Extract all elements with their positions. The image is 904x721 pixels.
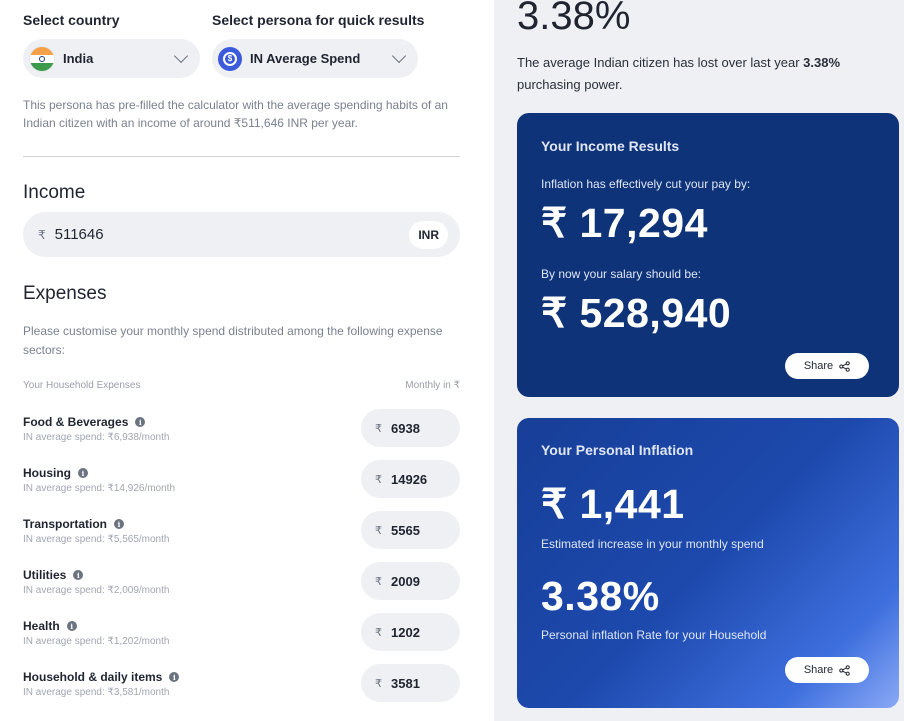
expense-amount-field[interactable]: ₹3581	[361, 664, 460, 702]
card-title: Your Personal Inflation	[541, 442, 694, 458]
expense-average: IN average spend: ₹2,009/month	[23, 585, 170, 596]
expense-average: IN average spend: ₹1,202/month	[23, 636, 170, 647]
expense-name: Housing	[23, 466, 71, 480]
divider	[23, 156, 460, 157]
expense-row: Household & daily items i IN average spen…	[23, 664, 460, 710]
info-icon[interactable]: i	[66, 621, 77, 631]
monthly-increase-value: ₹ 1,441	[541, 481, 685, 527]
income-value[interactable]: 511646	[55, 226, 410, 243]
india-flag-icon	[29, 45, 55, 72]
rupee-symbol: ₹	[375, 422, 382, 435]
expense-name: Food & Beverages	[23, 415, 129, 429]
expense-amount-field[interactable]: ₹2009	[361, 562, 460, 600]
expense-row: Health i IN average spend: ₹1,202/month ₹…	[23, 613, 460, 659]
purchasing-power-loss-percent: 3.38%	[517, 0, 631, 38]
expense-amount-field[interactable]: ₹1202	[361, 613, 460, 651]
expense-row: Housing i IN average spend: ₹14,926/month…	[23, 460, 460, 506]
expense-average: IN average spend: ₹3,581/month	[23, 687, 170, 698]
share-label: Share	[803, 664, 834, 676]
chevron-down-icon	[173, 48, 189, 64]
expense-amount[interactable]: 14926	[391, 472, 427, 487]
expense-row: Utilities i IN average spend: ₹2,009/mont…	[23, 562, 460, 608]
rupee-symbol: ₹	[375, 626, 382, 639]
info-icon[interactable]: i	[73, 570, 84, 580]
country-select[interactable]: India	[23, 39, 200, 78]
personal-inflation-card: Your Personal Inflation ₹ 1,441 Estimate…	[517, 418, 899, 708]
expenses-note: Please customise your monthly spend dist…	[23, 324, 443, 357]
persona-label: Select persona for quick results	[212, 12, 425, 28]
income-field[interactable]: ₹ 511646 INR	[23, 212, 460, 257]
persona-note: This persona has pre-filled the calculat…	[23, 98, 448, 130]
expense-name: Household & daily items	[23, 670, 163, 684]
chevron-down-icon	[391, 48, 407, 64]
salary-value: ₹ 528,940	[541, 290, 732, 336]
expenses-heading: Expenses	[23, 283, 107, 304]
persona-value: IN Average Spend	[250, 51, 361, 66]
card-title: Your Income Results	[541, 138, 680, 154]
rupee-symbol: ₹	[375, 524, 382, 537]
income-heading: Income	[23, 182, 86, 203]
expense-amount-field[interactable]: ₹14926	[361, 460, 460, 498]
purchasing-power-summary: The average Indian citizen has lost over…	[517, 55, 841, 92]
personal-inflation-rate-label: Personal inflation Rate for your Househo…	[541, 628, 767, 642]
expense-average: IN average spend: ₹5,565/month	[23, 534, 170, 545]
expense-name: Health	[23, 619, 60, 633]
expense-row: Transportation i IN average spend: ₹5,565…	[23, 511, 460, 557]
expense-amount[interactable]: 5565	[391, 523, 420, 538]
rupee-symbol: ₹	[375, 575, 382, 588]
pay-cut-value: ₹ 17,294	[541, 200, 708, 246]
country-value: India	[63, 51, 94, 66]
expense-name: Utilities	[23, 568, 67, 582]
currency-coin-icon: $	[218, 46, 242, 71]
expense-amount[interactable]: 3581	[391, 676, 420, 691]
personal-inflation-rate: 3.38%	[541, 573, 660, 619]
column-header-monthly: Monthly in ₹	[405, 380, 460, 391]
expense-amount-field[interactable]: ₹5565	[361, 511, 460, 549]
expense-amount[interactable]: 2009	[391, 574, 420, 589]
currency-badge: INR	[409, 220, 448, 249]
persona-select[interactable]: $ IN Average Spend	[212, 39, 418, 78]
expense-amount-field[interactable]: ₹6938	[361, 409, 460, 447]
income-results-card: Your Income Results Inflation has effect…	[517, 113, 899, 397]
share-label: Share	[803, 360, 834, 372]
share-button[interactable]: Share	[785, 657, 869, 683]
expense-amount[interactable]: 6938	[391, 421, 420, 436]
rupee-symbol: ₹	[375, 473, 382, 486]
share-icon	[839, 664, 850, 676]
expense-average: IN average spend: ₹14,926/month	[23, 483, 176, 494]
rupee-symbol: ₹	[375, 677, 382, 690]
results-panel: 3.38% The average Indian citizen has los…	[494, 0, 904, 721]
info-icon[interactable]: i	[135, 417, 146, 427]
calculator-panel: Select country India Select persona for …	[0, 0, 494, 721]
monthly-increase-label: Estimated increase in your monthly spend	[541, 537, 764, 551]
rupee-symbol: ₹	[38, 227, 46, 242]
expense-average: IN average spend: ₹6,938/month	[23, 432, 170, 443]
country-label: Select country	[23, 12, 120, 28]
expense-name: Transportation	[23, 517, 108, 531]
column-header-expenses: Your Household Expenses	[23, 380, 141, 391]
salary-label: By now your salary should be:	[541, 267, 702, 281]
expense-row: Food & Beverages i IN average spend: ₹6,9…	[23, 409, 460, 455]
pay-cut-label: Inflation has effectively cut your pay b…	[541, 177, 751, 191]
info-icon[interactable]: i	[78, 468, 88, 478]
expense-amount[interactable]: 1202	[391, 625, 420, 640]
info-icon[interactable]: i	[114, 519, 125, 529]
share-button[interactable]: Share	[785, 353, 869, 379]
share-icon	[839, 360, 850, 372]
info-icon[interactable]: i	[169, 672, 180, 682]
